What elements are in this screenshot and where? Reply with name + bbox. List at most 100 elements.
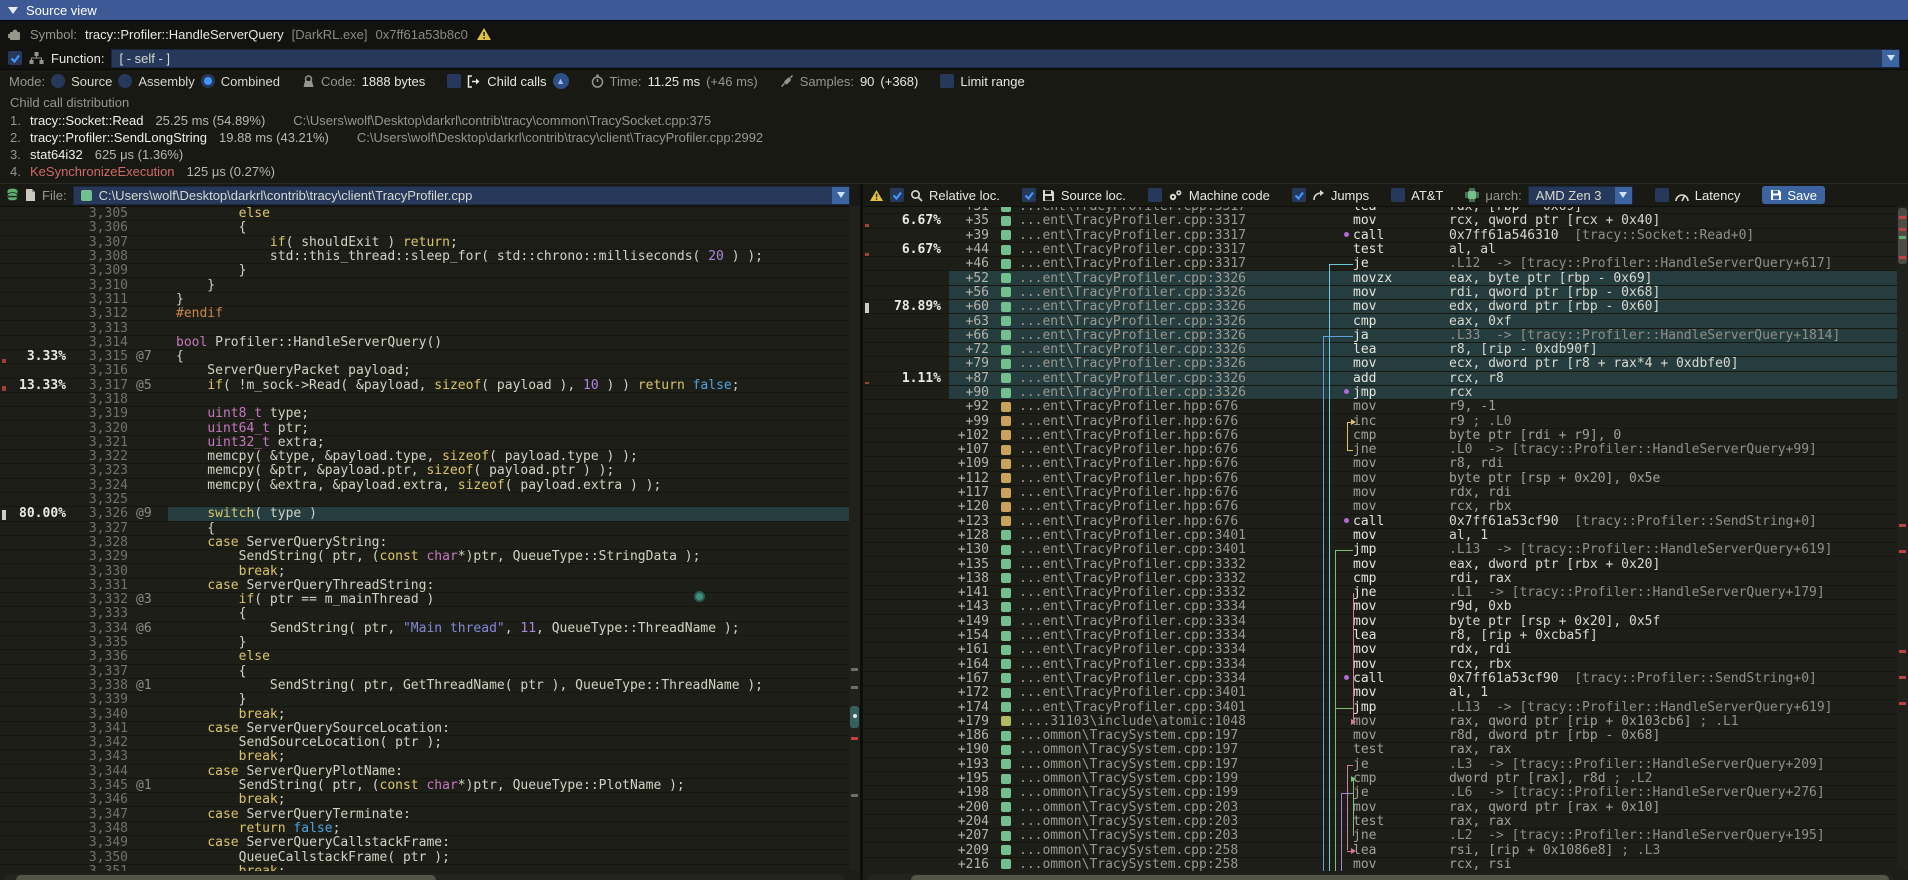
asm-row[interactable]: +56...ent\TracyProfiler.cpp:3326movrdi, … bbox=[863, 286, 1897, 300]
asm-row[interactable]: +143...ent\TracyProfiler.cpp:3334movr9d,… bbox=[863, 600, 1897, 614]
asm-row[interactable]: +92...ent\TracyProfiler.hpp:676movr9, -1 bbox=[863, 400, 1897, 414]
source-line[interactable]: 3,342 SendSourceLocation( ptr ); bbox=[0, 736, 860, 750]
limit-range-checkbox[interactable] bbox=[940, 74, 954, 88]
source-line[interactable]: 3,344 case ServerQueryPlotName: bbox=[0, 765, 860, 779]
source-line[interactable]: 3,322 memcpy( &type, &payload.type, size… bbox=[0, 450, 860, 464]
file-combo[interactable]: C:\Users\wolf\Desktop\darkrl\contrib\tra… bbox=[73, 186, 850, 205]
source-line[interactable]: 3,335 } bbox=[0, 636, 860, 650]
source-line[interactable]: 3,332@3 if( ptr == m_mainThread ) bbox=[0, 593, 860, 607]
mode-radio-assembly[interactable]: Assembly bbox=[118, 74, 194, 89]
source-line[interactable]: 13.33%3,317@5 if( !m_sock->Read( &payloa… bbox=[0, 379, 860, 393]
chevron-down-icon[interactable] bbox=[1615, 187, 1632, 204]
asm-row[interactable]: +179....31103\include\atomic:1048movrax,… bbox=[863, 715, 1897, 729]
source-line[interactable]: 3,341 case ServerQuerySourceLocation: bbox=[0, 722, 860, 736]
asm-row[interactable]: +31...ent\TracyProfiler.cpp:3317leardx, … bbox=[863, 207, 1897, 214]
source-line[interactable]: 3,330 break; bbox=[0, 564, 860, 578]
child-calls-checkbox[interactable] bbox=[447, 74, 461, 88]
source-line[interactable]: 3,313 bbox=[0, 321, 860, 335]
source-line[interactable]: 3,325 bbox=[0, 493, 860, 507]
source-line[interactable]: 3,339 } bbox=[0, 693, 860, 707]
source-line[interactable]: 3,308 std::this_thread::sleep_for( std::… bbox=[0, 250, 860, 264]
relative-loc-checkbox[interactable] bbox=[890, 188, 904, 202]
asm-row[interactable]: +216...ommon\TracySystem.cpp:258movrcx, … bbox=[863, 858, 1897, 871]
source-line[interactable]: 3,348 return false; bbox=[0, 822, 860, 836]
radio-icon[interactable] bbox=[51, 74, 65, 88]
asm-row[interactable]: 1.11%+87...ent\TracyProfiler.cpp:3326add… bbox=[863, 372, 1897, 386]
scrollbar-handle[interactable] bbox=[911, 875, 1889, 880]
asm-row[interactable]: +117...ent\TracyProfiler.hpp:676movrdx, … bbox=[863, 486, 1897, 500]
asm-row[interactable]: +172...ent\TracyProfiler.cpp:3401moval, … bbox=[863, 686, 1897, 700]
asm-row[interactable]: +207...ommon\TracySystem.cpp:203jne.L2 -… bbox=[863, 829, 1897, 843]
source-line[interactable]: 3,338@1 SendString( ptr, GetThreadName( … bbox=[0, 679, 860, 693]
source-line[interactable]: 3,346 break; bbox=[0, 793, 860, 807]
asm-row[interactable]: +99...ent\TracyProfiler.hpp:676incr9 ; .… bbox=[863, 414, 1897, 428]
source-line[interactable]: 3,307 if( shouldExit ) return; bbox=[0, 236, 860, 250]
chevron-down-icon[interactable] bbox=[832, 187, 849, 204]
child-call-entry[interactable]: 3.stat64i32625 μs (1.36%) bbox=[10, 146, 1908, 163]
warning-triangle-icon[interactable] bbox=[476, 27, 492, 41]
radio-icon[interactable] bbox=[201, 74, 215, 88]
source-line[interactable]: 3,345@1 SendString( ptr, (const char*)pt… bbox=[0, 779, 860, 793]
source-line[interactable]: 3,328 case ServerQueryString: bbox=[0, 536, 860, 550]
source-line[interactable]: 3,314bool Profiler::HandleServerQuery() bbox=[0, 336, 860, 350]
source-line[interactable]: 80.00%3,326@9 switch( type ) bbox=[0, 507, 860, 521]
asm-row[interactable]: +120...ent\TracyProfiler.hpp:676movrcx, … bbox=[863, 500, 1897, 514]
asm-row[interactable]: +190...ommon\TracySystem.cpp:197testrax,… bbox=[863, 743, 1897, 757]
chevron-down-icon[interactable] bbox=[1882, 50, 1899, 67]
latency-checkbox[interactable] bbox=[1655, 188, 1669, 202]
asm-row[interactable]: +200...ommon\TracySystem.cpp:203movrax, … bbox=[863, 800, 1897, 814]
asm-row[interactable]: 6.67%+44...ent\TracyProfiler.cpp:3317tes… bbox=[863, 243, 1897, 257]
asm-row[interactable]: +154...ent\TracyProfiler.cpp:3334lear8, … bbox=[863, 629, 1897, 643]
source-line[interactable]: 3,312#endif bbox=[0, 307, 860, 321]
asm-row[interactable]: +123...ent\TracyProfiler.hpp:676call0x7f… bbox=[863, 515, 1897, 529]
source-line[interactable]: 3,311} bbox=[0, 293, 860, 307]
sync-marker[interactable] bbox=[694, 591, 705, 602]
asm-row[interactable]: +174...ent\TracyProfiler.cpp:3401jmp.L13… bbox=[863, 700, 1897, 714]
asm-row[interactable]: +109...ent\TracyProfiler.hpp:676movr8, r… bbox=[863, 457, 1897, 471]
save-button[interactable]: Save bbox=[1762, 186, 1825, 204]
uarch-combo[interactable]: AMD Zen 3 bbox=[1528, 186, 1633, 205]
source-line[interactable]: 3,321 uint32_t extra; bbox=[0, 436, 860, 450]
source-line[interactable]: 3,323 memcpy( &ptr, &payload.ptr, sizeof… bbox=[0, 464, 860, 478]
asm-row[interactable]: +90...ent\TracyProfiler.cpp:3326jmprcx bbox=[863, 386, 1897, 400]
mode-radio-source[interactable]: Source bbox=[51, 74, 112, 89]
child-call-entry[interactable]: 1.tracy::Socket::Read25.25 ms (54.89%)C:… bbox=[10, 112, 1908, 129]
source-loc-checkbox[interactable] bbox=[1022, 188, 1036, 202]
titlebar[interactable]: Source view bbox=[0, 0, 1908, 20]
asm-scrollbar[interactable] bbox=[1897, 206, 1908, 870]
source-code-view[interactable]: 3,305 else3,306 {3,307 if( shouldExit ) … bbox=[0, 207, 860, 871]
scrollbar-handle[interactable] bbox=[16, 875, 436, 880]
asm-row[interactable]: +107...ent\TracyProfiler.hpp:676jne.L0 -… bbox=[863, 443, 1897, 457]
function-checkbox[interactable] bbox=[8, 51, 22, 65]
source-line[interactable]: 3,320 uint64_t ptr; bbox=[0, 421, 860, 435]
source-line[interactable]: 3,316 ServerQueryPacket payload; bbox=[0, 364, 860, 378]
child-call-entry[interactable]: 2.tracy::Profiler::SendLongString19.88 m… bbox=[10, 129, 1908, 146]
asm-row[interactable]: +128...ent\TracyProfiler.cpp:3401moval, … bbox=[863, 529, 1897, 543]
source-scrollbar[interactable] bbox=[849, 206, 860, 870]
asm-row[interactable]: +167...ent\TracyProfiler.cpp:3334call0x7… bbox=[863, 672, 1897, 686]
source-line[interactable]: 3,347 case ServerQueryTerminate: bbox=[0, 807, 860, 821]
expand-up-button[interactable]: ▲ bbox=[553, 73, 569, 89]
source-line[interactable]: 3,336 else bbox=[0, 650, 860, 664]
asm-row[interactable]: +161...ent\TracyProfiler.cpp:3334movrdx,… bbox=[863, 643, 1897, 657]
asm-row[interactable]: +198...ommon\TracySystem.cpp:199je.L6 ->… bbox=[863, 786, 1897, 800]
function-combo[interactable]: [ - self - ] bbox=[111, 49, 1900, 68]
child-call-entry[interactable]: 4.KeSynchronizeExecution125 μs (0.27%) bbox=[10, 163, 1908, 180]
asm-row[interactable]: +204...ommon\TracySystem.cpp:203testrax,… bbox=[863, 815, 1897, 829]
asm-row[interactable]: +39...ent\TracyProfiler.cpp:3317call0x7f… bbox=[863, 229, 1897, 243]
source-line[interactable]: 3,310 } bbox=[0, 278, 860, 292]
limit-range-toggle[interactable]: Limit range bbox=[940, 74, 1024, 89]
asm-row[interactable]: +52...ent\TracyProfiler.cpp:3326movzxeax… bbox=[863, 271, 1897, 285]
asm-row[interactable]: +130...ent\TracyProfiler.cpp:3401jmp.L13… bbox=[863, 543, 1897, 557]
asm-row[interactable]: +138...ent\TracyProfiler.cpp:3332cmprdi,… bbox=[863, 572, 1897, 586]
machine-code-checkbox[interactable] bbox=[1148, 188, 1162, 202]
source-line[interactable]: 3,340 break; bbox=[0, 707, 860, 721]
att-checkbox[interactable] bbox=[1391, 188, 1405, 202]
source-line[interactable]: 3,309 } bbox=[0, 264, 860, 278]
source-line[interactable]: 3,331 case ServerQueryThreadString: bbox=[0, 579, 860, 593]
source-line[interactable]: 3.33%3,315@7{ bbox=[0, 350, 860, 364]
source-line[interactable]: 3,349 case ServerQueryCallstackFrame: bbox=[0, 836, 860, 850]
asm-row[interactable]: +72...ent\TracyProfiler.cpp:3326lear8, [… bbox=[863, 343, 1897, 357]
asm-row[interactable]: +195...ommon\TracySystem.cpp:199cmpdword… bbox=[863, 772, 1897, 786]
source-line[interactable]: 3,305 else bbox=[0, 207, 860, 221]
